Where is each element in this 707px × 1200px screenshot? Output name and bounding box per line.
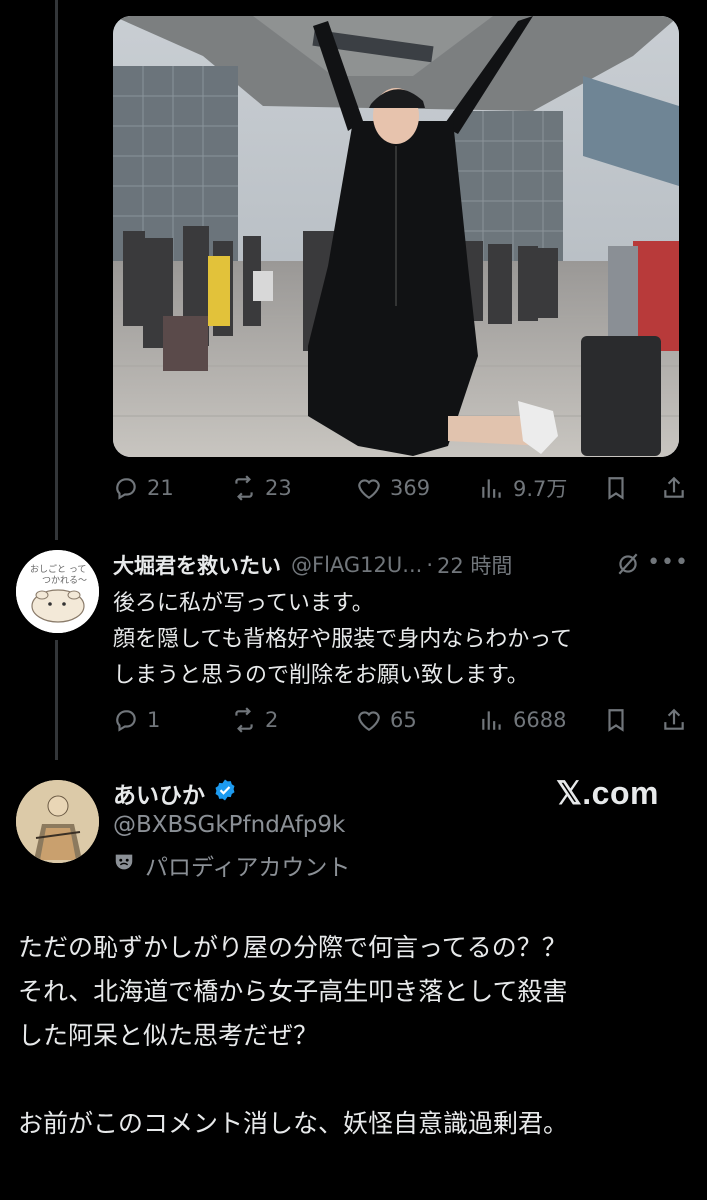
like-count: 369 bbox=[390, 476, 431, 500]
quote-text-line: ただの恥ずかしがり屋の分際で何言ってるの？？ bbox=[18, 933, 567, 962]
reply-timestamp[interactable]: 22 時間 bbox=[437, 550, 512, 580]
reply-button[interactable]: 1 bbox=[113, 707, 160, 733]
repost-button[interactable]: 23 bbox=[231, 475, 292, 501]
reply-display-name[interactable]: 大堀君を救いたい bbox=[113, 550, 281, 580]
more-options-icon[interactable]: ••• bbox=[647, 550, 689, 575]
reply-icon bbox=[113, 475, 139, 501]
repost-icon bbox=[231, 475, 257, 501]
bookmark-icon bbox=[603, 707, 629, 733]
parody-label: パロディアカウント bbox=[113, 848, 350, 882]
views-button[interactable]: 6688 bbox=[479, 707, 566, 733]
share-icon bbox=[661, 707, 687, 733]
share-icon bbox=[661, 475, 687, 501]
share-button[interactable] bbox=[661, 475, 687, 501]
like-count: 65 bbox=[390, 708, 417, 732]
view-count: 9.7万 bbox=[513, 477, 568, 501]
share-button[interactable] bbox=[661, 707, 687, 733]
mask-icon bbox=[113, 851, 135, 879]
bar-chart-icon bbox=[479, 475, 505, 501]
like-button[interactable]: 65 bbox=[356, 707, 417, 733]
reply-icon bbox=[113, 707, 139, 733]
tweet-photo[interactable] bbox=[113, 16, 679, 457]
views-button[interactable]: 9.7万 bbox=[479, 473, 567, 503]
repost-button[interactable]: 2 bbox=[231, 707, 278, 733]
quote-text-line: した阿呆と似た思考だぜ？ bbox=[18, 1021, 319, 1050]
repost-count: 23 bbox=[265, 476, 292, 500]
thread-line bbox=[55, 640, 58, 760]
heart-icon bbox=[356, 707, 382, 733]
mute-icon[interactable] bbox=[615, 551, 641, 582]
thread-line bbox=[55, 0, 58, 540]
reply-author-avatar[interactable]: おしごと って つかれる〜 bbox=[16, 550, 99, 633]
reply-text-line: 顔を隠しても背格好や服装で身内ならわかって bbox=[113, 627, 573, 652]
reply-text-line: しまうと思うので削除をお願い致します。 bbox=[113, 663, 529, 688]
quote-text-line: それ、北海道で橋から女子高生叩き落として殺害 bbox=[18, 977, 568, 1006]
like-button[interactable]: 369 bbox=[356, 475, 430, 501]
reply-text-line: 後ろに私が写っています。 bbox=[113, 591, 374, 616]
quote-display-name-row: あいひか bbox=[113, 776, 237, 810]
reply-actions: 1 2 65 6688 bbox=[113, 700, 693, 740]
tweet-actions: 21 23 369 9.7万 bbox=[113, 468, 693, 508]
heart-icon bbox=[356, 475, 382, 501]
bookmark-button[interactable] bbox=[603, 475, 629, 501]
reply-count: 21 bbox=[147, 476, 174, 500]
reply-body: 後ろに私が写っています。 顔を隠しても背格好や服装で身内ならわかって しまうと思… bbox=[113, 586, 693, 694]
bookmark-icon bbox=[603, 475, 629, 501]
bookmark-button[interactable] bbox=[603, 707, 629, 733]
reply-count: 1 bbox=[147, 708, 161, 732]
reply-header: 大堀君を救いたい @FlAG12U... · 22 時間 ••• bbox=[113, 548, 693, 582]
svg-text:つかれる〜: つかれる〜 bbox=[42, 575, 87, 586]
quote-author-avatar[interactable] bbox=[16, 780, 99, 863]
reply-button[interactable]: 21 bbox=[113, 475, 174, 501]
quote-handle[interactable]: @BXBSGkPfndAfp9k bbox=[113, 812, 345, 838]
x-com-watermark: 𝕏.com bbox=[556, 775, 659, 811]
quote-display-name[interactable]: あいひか bbox=[113, 776, 205, 810]
quote-body: ただの恥ずかしがり屋の分際で何言ってるの？？ それ、北海道で橋から女子高生叩き落… bbox=[18, 926, 693, 1146]
svg-text:おしごと って: おしごと って bbox=[30, 563, 86, 575]
verified-badge-icon bbox=[213, 778, 237, 808]
repost-icon bbox=[231, 707, 257, 733]
parody-account-label: パロディアカウント bbox=[145, 855, 351, 881]
reply-handle[interactable]: @FlAG12U... bbox=[291, 553, 422, 577]
quote-text-line: お前がこのコメント消しな、妖怪自意識過剰君。 bbox=[18, 1109, 569, 1138]
bar-chart-icon bbox=[479, 707, 505, 733]
repost-count: 2 bbox=[265, 708, 279, 732]
view-count: 6688 bbox=[513, 708, 567, 732]
separator-dot: · bbox=[426, 553, 433, 577]
